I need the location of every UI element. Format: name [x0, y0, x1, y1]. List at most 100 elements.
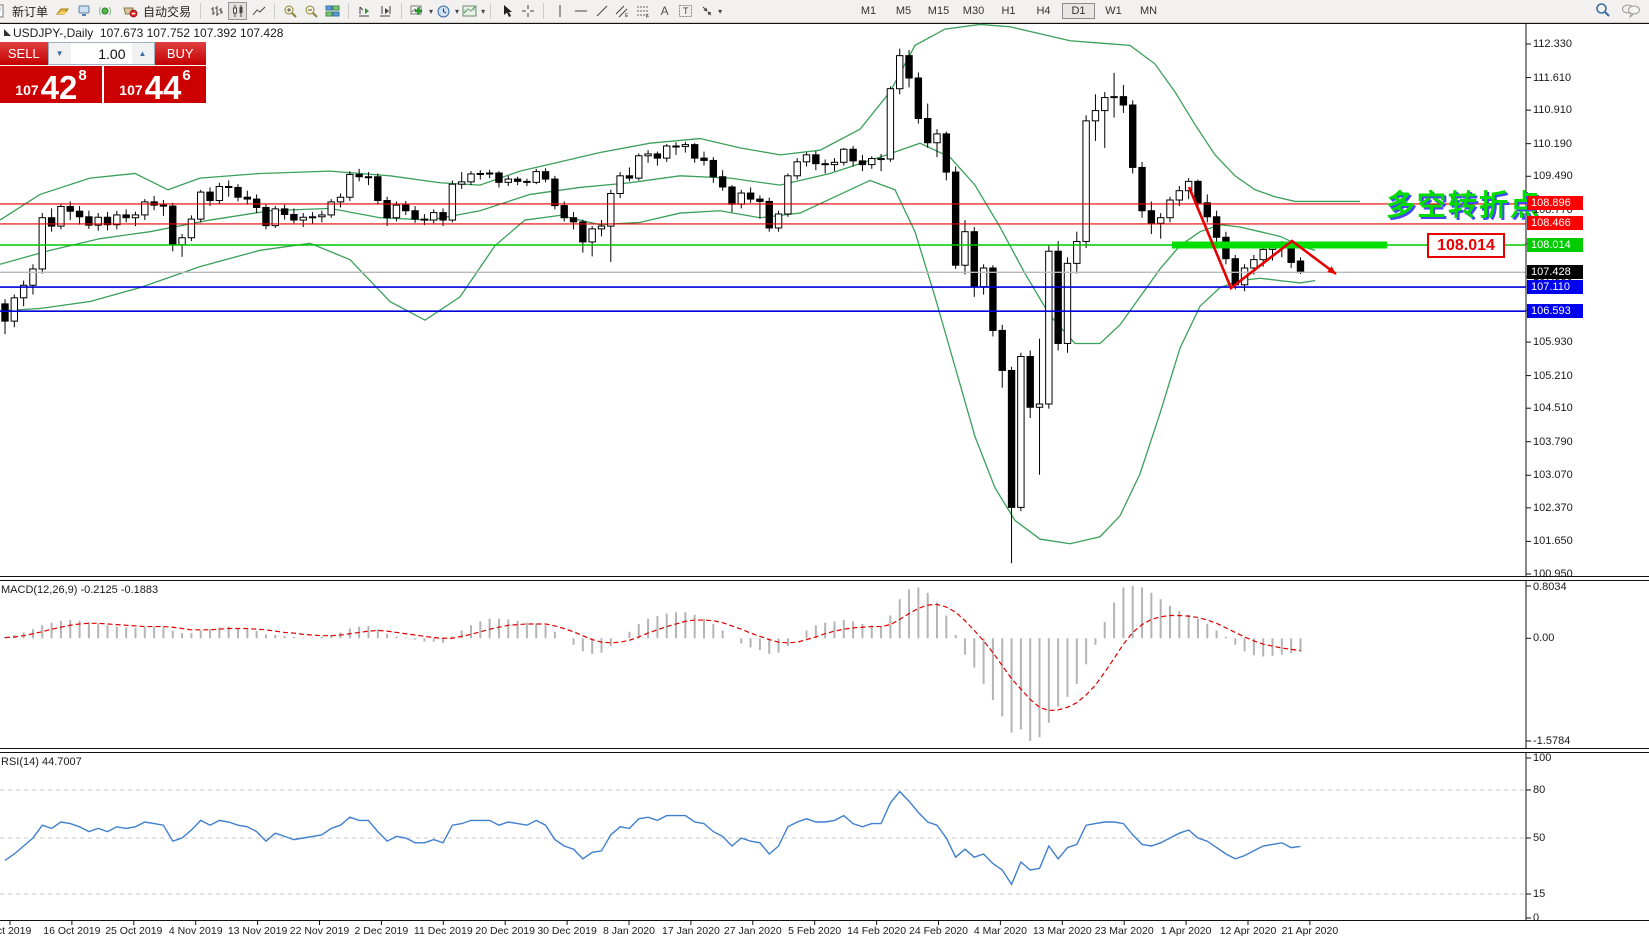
sell-price-point: 8: [78, 67, 86, 84]
buy-price[interactable]: 107 44 6: [104, 66, 206, 103]
timeframe-button-M30[interactable]: M30: [957, 3, 990, 19]
date-tick-label: 11 Dec 2019: [414, 925, 473, 937]
macd-signal-line: [5, 604, 1300, 710]
equidistant-channel-tool-icon[interactable]: E: [613, 2, 632, 20]
price-badge-108.896: 108.896: [1527, 196, 1583, 210]
timeframe-button-M5[interactable]: M5: [887, 3, 920, 19]
toolbar: 新订单 自动交易: [0, 0, 1649, 23]
date-tick-label: 5 Feb 2020: [788, 925, 841, 937]
volume-stepper: ▼ 1.00 ▲: [48, 42, 155, 65]
autotrading-label: 自动交易: [143, 3, 191, 20]
timeframe-button-H1[interactable]: H1: [992, 3, 1025, 19]
signals-icon[interactable]: [95, 2, 114, 20]
rsi-tick-label: 80: [1533, 784, 1545, 796]
price-badge-107.110: 107.110: [1527, 280, 1583, 294]
autotrading-icon: [120, 2, 139, 20]
new-chart-dropdown-caret[interactable]: ▾: [429, 7, 433, 16]
bollinger-lower-band: [0, 180, 1315, 543]
volume-input[interactable]: 1.00: [71, 43, 132, 64]
bollinger-middle-band: [0, 143, 1315, 343]
date-tick-label: 2 Dec 2019: [355, 925, 409, 937]
text-tool-icon[interactable]: A: [655, 2, 674, 20]
toolbar-separator: [401, 3, 402, 19]
date-tick-label: 25 Oct 2019: [105, 925, 162, 937]
date-tick-label: 4 Nov 2019: [169, 925, 223, 937]
panel-splitter-macd[interactable]: [0, 576, 1649, 581]
sell-price-pips: 42: [41, 74, 78, 101]
candlestick-chart-icon[interactable]: [228, 2, 247, 20]
horizontal-line-tool-icon[interactable]: [571, 2, 590, 20]
time-axis-line: [0, 920, 1649, 921]
price-tick-label: 103.790: [1533, 436, 1573, 448]
community-icon[interactable]: [74, 2, 93, 20]
search-icon[interactable]: [1595, 2, 1611, 21]
chart-shift-icon[interactable]: [376, 2, 395, 20]
new-order-icon: [0, 2, 8, 20]
gold-bar-icon[interactable]: [53, 2, 72, 20]
toolbar-separator: [274, 3, 275, 19]
period-clock-icon[interactable]: [434, 2, 453, 20]
arrows-dropdown-caret[interactable]: ▾: [718, 7, 722, 16]
rsi-tick-label: 0: [1533, 912, 1539, 924]
volume-increase-button[interactable]: ▲: [132, 43, 154, 64]
macd-tick-label: -1.5784: [1533, 735, 1570, 747]
new-order-label: 新订单: [12, 3, 48, 20]
template-icon[interactable]: [460, 2, 479, 20]
chart-frame-top: [0, 23, 1649, 24]
date-tick-label: 21 Apr 2020: [1282, 925, 1339, 937]
sell-price[interactable]: 107 42 8: [0, 66, 102, 103]
line-chart-icon[interactable]: [249, 2, 268, 20]
date-tick-label: 20 Dec 2019: [475, 925, 535, 937]
buy-button[interactable]: BUY: [155, 42, 207, 65]
timeframe-button-M15[interactable]: M15: [922, 3, 955, 19]
timeframe-button-MN[interactable]: MN: [1132, 3, 1165, 19]
period-dropdown-caret[interactable]: ▾: [455, 7, 459, 16]
cursor-icon[interactable]: [497, 2, 516, 20]
zoom-in-icon[interactable]: [281, 2, 300, 20]
volume-decrease-button[interactable]: ▼: [49, 43, 71, 64]
panel-splitter-rsi[interactable]: [0, 748, 1649, 753]
auto-scroll-icon[interactable]: [355, 2, 374, 20]
svg-text:E: E: [625, 13, 629, 18]
bar-chart-icon[interactable]: [207, 2, 226, 20]
date-tick-label: 1 Apr 2020: [1161, 925, 1212, 937]
zoom-out-icon[interactable]: [302, 2, 321, 20]
macd-tick-label: 0.00: [1533, 632, 1554, 644]
sell-button[interactable]: SELL: [0, 42, 48, 65]
rsi-tick-label: 15: [1533, 888, 1545, 900]
new-chart-icon[interactable]: [408, 2, 427, 20]
crosshair-icon[interactable]: [518, 2, 537, 20]
date-tick-label: 23 Mar 2020: [1095, 925, 1154, 937]
price-badge-108.466: 108.466: [1527, 216, 1583, 230]
date-tick-label: 14 Feb 2020: [847, 925, 906, 937]
price-tick-label: 112.330: [1533, 38, 1572, 50]
toolbar-right-icons: [1595, 2, 1641, 21]
timeframe-button-H4[interactable]: H4: [1027, 3, 1060, 19]
date-tick-label: 16 Oct 2019: [43, 925, 100, 937]
autotrading-button[interactable]: 自动交易: [115, 1, 195, 21]
arrows-tool-icon[interactable]: [697, 2, 716, 20]
chart-ohlc-values: 107.673 107.752 107.392 107.428: [100, 26, 284, 40]
chart-symbol-period: USDJPY-,Daily: [13, 26, 93, 40]
candles: [2, 49, 1304, 564]
text-label-tool-icon[interactable]: T: [676, 2, 695, 20]
chat-icon[interactable]: [1621, 2, 1641, 21]
expand-indicators-arrow[interactable]: [4, 29, 11, 36]
vertical-line-tool-icon[interactable]: [550, 2, 569, 20]
date-tick-label: 4 Mar 2020: [974, 925, 1027, 937]
tile-windows-icon[interactable]: [323, 2, 342, 20]
timeframe-button-D1[interactable]: D1: [1062, 3, 1095, 19]
price-badge-107.428: 107.428: [1527, 265, 1583, 279]
price-tick-label: 100.950: [1533, 568, 1573, 580]
template-dropdown-caret[interactable]: ▾: [481, 7, 485, 16]
fibonacci-tool-icon[interactable]: F: [634, 2, 653, 20]
rsi-tick-label: 100: [1533, 752, 1551, 764]
buy-price-figure: 107: [119, 82, 142, 101]
toolbar-separator: [543, 3, 544, 19]
timeframe-button-W1[interactable]: W1: [1097, 3, 1130, 19]
new-order-button[interactable]: 新订单: [0, 1, 52, 21]
trendline-tool-icon[interactable]: [592, 2, 611, 20]
timeframe-button-M1[interactable]: M1: [852, 3, 885, 19]
date-tick-label: 17 Jan 2020: [662, 925, 720, 937]
price-badge-108.014: 108.014: [1527, 238, 1583, 252]
